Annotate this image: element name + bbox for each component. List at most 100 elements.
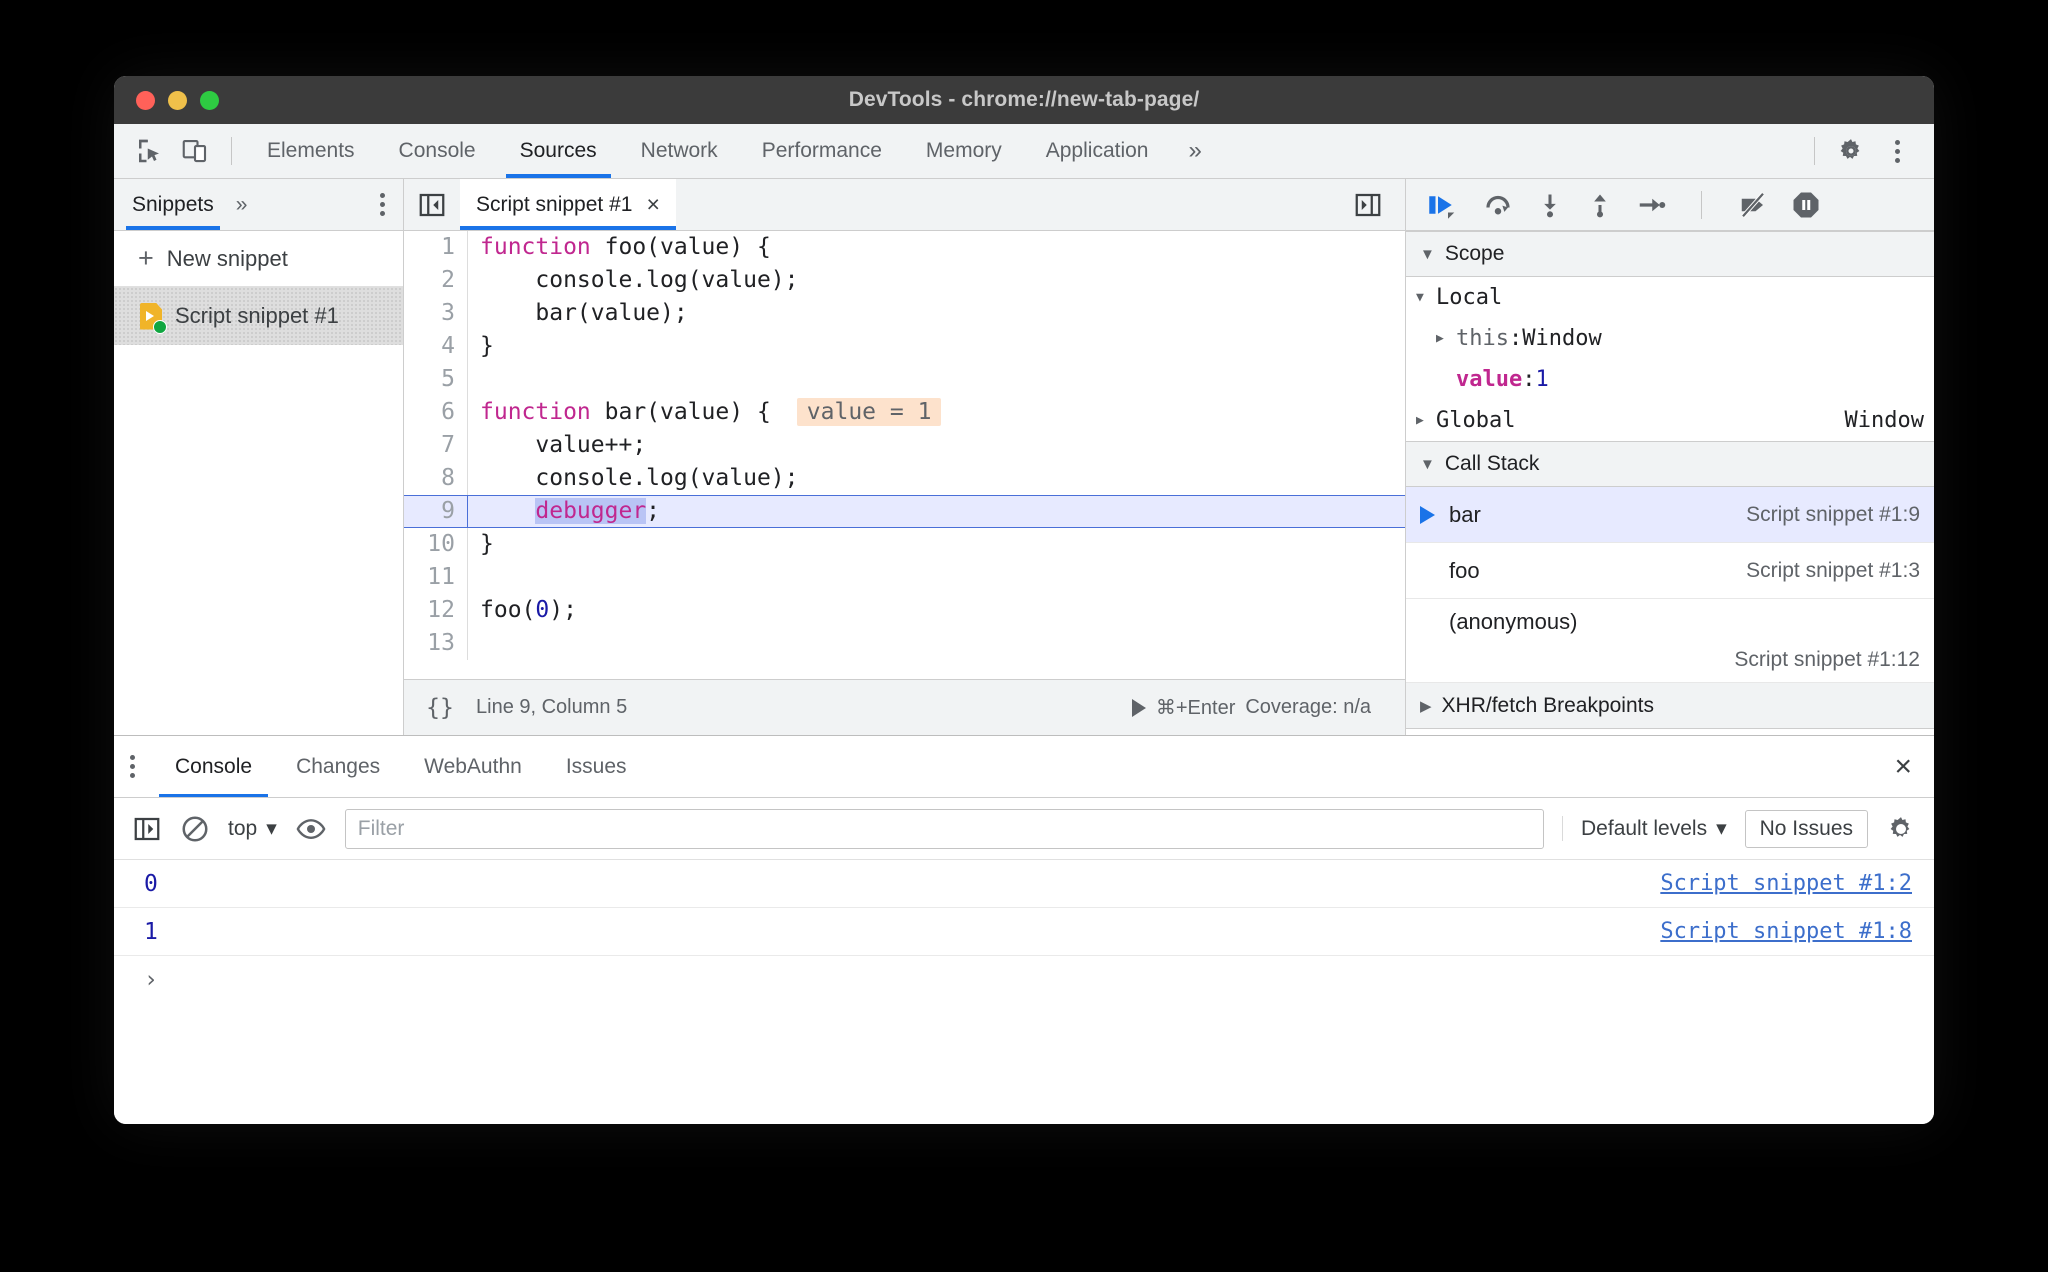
code-line[interactable]: 2 console.log(value);	[404, 264, 1405, 297]
step-over-next-function-call-icon[interactable]	[1482, 190, 1514, 220]
filter-placeholder: Filter	[357, 816, 405, 840]
code-line[interactable]: 4}	[404, 330, 1405, 363]
sidebar-tab-snippets[interactable]: Snippets	[126, 179, 220, 230]
line-number: 3	[404, 297, 468, 330]
tab-network[interactable]: Network	[619, 124, 740, 178]
live-expression-icon[interactable]	[295, 814, 327, 844]
console-filter-input[interactable]: Filter	[344, 808, 1545, 849]
editor-column: Script snippet #1 × 1 function foo(value)…	[404, 179, 1406, 735]
editor-tab-script-snippet-1[interactable]: Script snippet #1 ×	[460, 179, 676, 230]
toolbar-divider	[231, 137, 232, 165]
sidebar-more-chevron-icon[interactable]: »	[236, 193, 248, 217]
pause-on-exceptions-icon[interactable]	[1791, 190, 1821, 220]
sidebar-item-script-snippet-1[interactable]: Script snippet #1	[114, 287, 403, 345]
tab-elements[interactable]: Elements	[245, 124, 377, 178]
step-icon[interactable]	[1636, 190, 1666, 220]
line-content: debugger;	[535, 498, 661, 524]
no-issues-button[interactable]: No Issues	[1744, 809, 1868, 848]
device-toolbar-icon[interactable]	[172, 128, 218, 174]
code-line[interactable]: 13	[404, 627, 1405, 660]
close-drawer-icon[interactable]: ×	[1894, 751, 1912, 782]
cursor-position: Line 9, Column 5	[476, 696, 628, 718]
snippet-file-icon	[140, 302, 167, 334]
scope-section-header[interactable]: ▼ Scope	[1406, 231, 1934, 277]
scope-group-global[interactable]: ▶ Global Window	[1406, 400, 1934, 441]
chevron-right-icon[interactable]: ▶	[1416, 413, 1436, 428]
show-navigator-panel-icon[interactable]	[404, 190, 460, 220]
console-sidebar-icon[interactable]	[132, 814, 162, 844]
navigator-kebab-menu-icon[interactable]	[380, 193, 385, 216]
drawer-tab-webauthn[interactable]: WebAuthn	[402, 736, 544, 797]
drawer-kebab-menu-icon[interactable]	[130, 755, 135, 778]
gear-icon[interactable]	[1828, 128, 1874, 174]
tab-application[interactable]: Application	[1024, 124, 1171, 178]
console-prompt[interactable]: ›	[114, 956, 1934, 1004]
window-traffic-lights[interactable]	[136, 76, 219, 124]
scope-group-local[interactable]: ▼ Local	[1406, 277, 1934, 318]
code-line[interactable]: 12 foo(0);	[404, 594, 1405, 627]
drawer-tab-issues[interactable]: Issues	[544, 736, 649, 797]
code-line[interactable]: 1 function foo(value) {	[404, 231, 1405, 264]
line-number: 1	[404, 231, 468, 264]
console-message[interactable]: 0 Script snippet #1:2	[114, 860, 1934, 908]
console-settings-gear-icon[interactable]	[1886, 814, 1916, 844]
console-message-source-link[interactable]: Script snippet #1:2	[1660, 871, 1912, 896]
console-message-text: 1	[144, 918, 158, 945]
clear-console-icon[interactable]	[180, 814, 210, 844]
chevron-right-icon[interactable]: ▶	[1436, 331, 1456, 346]
code-editor[interactable]: 1 function foo(value) { 2 console.log(val…	[404, 231, 1405, 679]
code-line[interactable]: 11	[404, 561, 1405, 594]
code-line[interactable]: 3 bar(value);	[404, 297, 1405, 330]
new-snippet-button[interactable]: + New snippet	[114, 231, 403, 287]
show-debugger-panel-icon[interactable]	[1345, 182, 1391, 228]
minimize-window-button[interactable]	[168, 90, 187, 110]
step-out-of-current-function-icon[interactable]	[1586, 190, 1614, 220]
console-toolbar: top ▾ Filter Default levels ▾ No Issues	[114, 798, 1934, 860]
code-line[interactable]: 5	[404, 363, 1405, 396]
kebab-menu-icon[interactable]	[1874, 128, 1920, 174]
line-number: 4	[404, 330, 468, 363]
call-stack-frame-foo[interactable]: foo Script snippet #1:3	[1406, 543, 1934, 599]
tab-sources[interactable]: Sources	[498, 124, 619, 178]
maximize-window-button[interactable]	[200, 90, 219, 110]
call-stack-frame-anonymous[interactable]: (anonymous) Script snippet #1:12	[1406, 599, 1934, 683]
chevron-down-icon: ▼	[1420, 245, 1435, 263]
console-message[interactable]: 1 Script snippet #1:8	[114, 908, 1934, 956]
close-window-button[interactable]	[136, 90, 155, 110]
scope-entry-value-var[interactable]: value : 1	[1406, 359, 1934, 400]
more-tabs-chevron-icon[interactable]: »	[1170, 124, 1219, 178]
xhr-breakpoints-section-header[interactable]: ▶ XHR/fetch Breakpoints	[1406, 683, 1934, 729]
line-number: 5	[404, 363, 468, 396]
tab-memory[interactable]: Memory	[904, 124, 1024, 178]
scope-entry-this[interactable]: ▶ this : Window	[1406, 318, 1934, 359]
close-icon[interactable]: ×	[646, 193, 659, 216]
resume-script-execution-icon[interactable]	[1426, 190, 1460, 220]
call-stack-section-header[interactable]: ▼ Call Stack	[1406, 441, 1934, 487]
step-into-next-function-call-icon[interactable]	[1536, 190, 1564, 220]
scope-group-label: Global	[1436, 408, 1516, 433]
inspect-element-icon[interactable]	[126, 128, 172, 174]
tab-performance[interactable]: Performance	[740, 124, 904, 178]
drawer-tab-console[interactable]: Console	[153, 736, 274, 797]
tab-console[interactable]: Console	[377, 124, 498, 178]
code-line[interactable]: 6 function bar(value) {value = 1	[404, 396, 1405, 429]
code-line-current-execution[interactable]: 9 debugger;	[404, 495, 1405, 528]
code-line[interactable]: 8 console.log(value);	[404, 462, 1405, 495]
console-context-selector[interactable]: top ▾	[228, 816, 277, 841]
console-log-levels-selector[interactable]: Default levels ▾	[1562, 816, 1727, 841]
scope-body: ▼ Local ▶ this : Window value : 1 ▶ Glob…	[1406, 277, 1934, 441]
console-message-source-link[interactable]: Script snippet #1:8	[1660, 919, 1912, 944]
plus-icon: +	[138, 243, 154, 273]
editor-tab-bar: Script snippet #1 ×	[404, 179, 1405, 231]
code-line[interactable]: 10}	[404, 528, 1405, 561]
deactivate-breakpoints-icon[interactable]	[1737, 190, 1769, 220]
drawer-tab-changes[interactable]: Changes	[274, 736, 402, 797]
debugger-sidebar: ▼ Scope ▼ Local ▶ this : Window value: …	[1406, 179, 1934, 735]
run-snippet-hint[interactable]: ⌘+Enter Coverage: n/a	[1131, 695, 1371, 720]
chevron-down-icon[interactable]: ▼	[1416, 290, 1436, 305]
code-line[interactable]: 7 value++;	[404, 429, 1405, 462]
call-stack-frame-bar[interactable]: bar Script snippet #1:9	[1406, 487, 1934, 543]
pretty-print-icon[interactable]: {}	[404, 695, 476, 721]
scope-group-value: Window	[1844, 408, 1924, 433]
line-content: function bar(value) {value = 1	[468, 396, 942, 429]
